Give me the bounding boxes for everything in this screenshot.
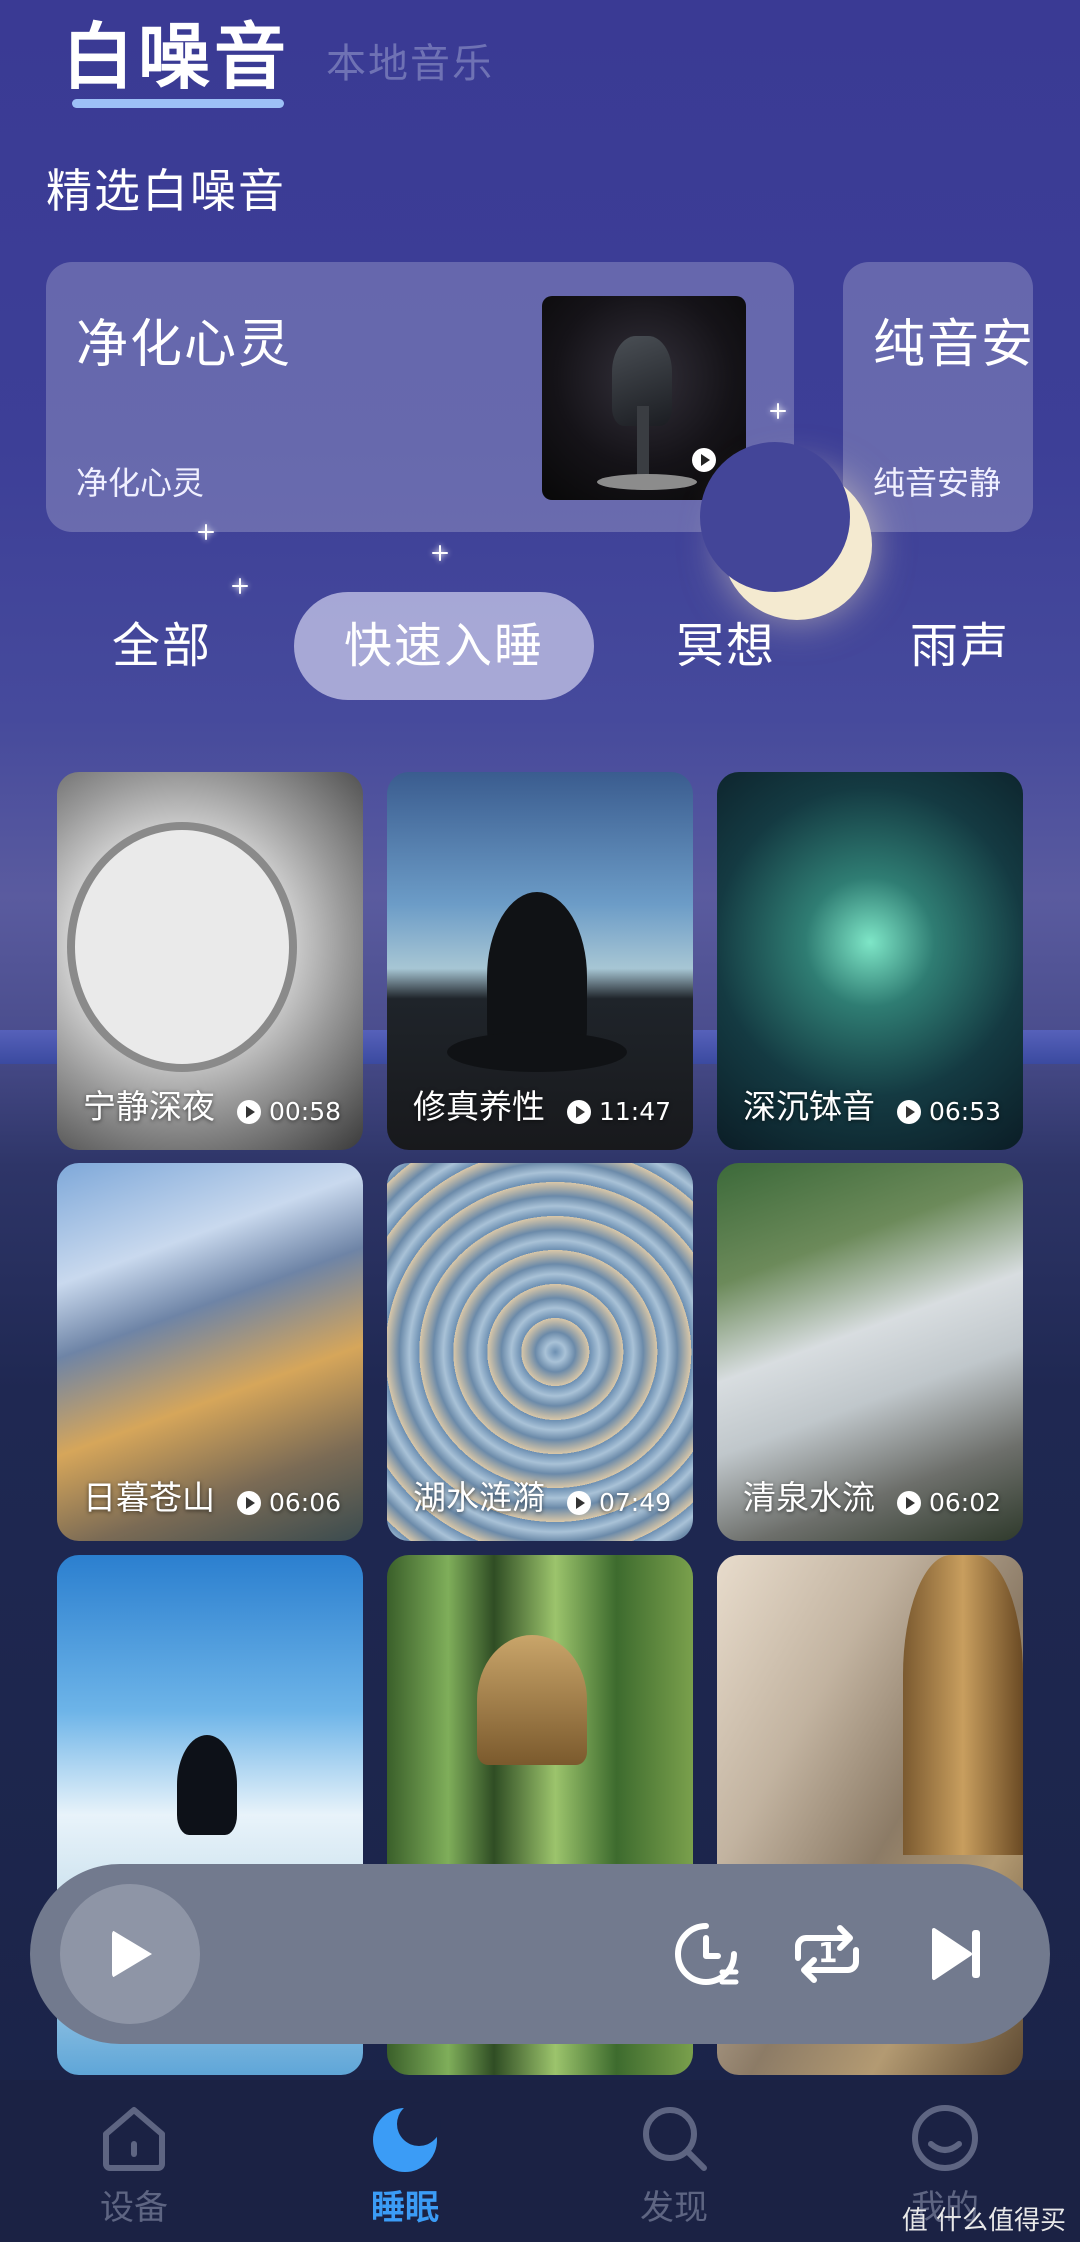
- repeat-count: 1: [818, 1936, 838, 1969]
- sound-title: 湖水涟漪: [413, 1478, 545, 1517]
- sound-title: 宁静深夜: [83, 1087, 215, 1126]
- nav-label: 睡眠: [371, 2188, 439, 2228]
- featured-card-title: 净化心灵: [76, 315, 293, 375]
- play-icon: [896, 1490, 921, 1515]
- section-title: 精选白噪音: [46, 164, 286, 218]
- sound-duration: 07:49: [566, 1488, 671, 1517]
- skip-next-icon[interactable]: [920, 1918, 992, 1990]
- tab-white-noise[interactable]: 白噪音: [62, 12, 290, 108]
- sound-title: 清泉水流: [743, 1478, 875, 1517]
- search-icon: [643, 2107, 707, 2171]
- watermark: 值 什么值得买: [901, 2206, 1066, 2236]
- sound-card[interactable]: 深沉钵音 06:53: [717, 772, 1023, 1150]
- sound-card[interactable]: 湖水涟漪 07:49: [387, 1163, 693, 1541]
- home-icon: [103, 2107, 165, 2171]
- play-button[interactable]: [60, 1884, 200, 2024]
- tab-local-music[interactable]: 本地音乐: [326, 34, 494, 94]
- nav-item-sleep[interactable]: 睡眠: [335, 2100, 475, 2229]
- sound-title: 日暮苍山: [83, 1478, 215, 1517]
- nav-item-devices[interactable]: 设备: [64, 2100, 204, 2229]
- play-icon: [236, 1099, 261, 1124]
- nav-label: 设备: [100, 2188, 168, 2228]
- sound-card[interactable]: 清泉水流 06:02: [717, 1163, 1023, 1541]
- repeat-one-icon[interactable]: 1: [788, 1918, 866, 1990]
- sound-duration: 06:02: [896, 1488, 1001, 1517]
- featured-card-subtitle: 纯音安静: [873, 464, 1002, 502]
- featured-card-title: 纯音安: [873, 315, 1033, 375]
- top-tabs: 白噪音 本地音乐: [62, 12, 494, 108]
- moon-icon: [373, 2102, 441, 2172]
- mini-player: 1: [30, 1864, 1050, 2044]
- sound-duration: 00:58: [236, 1097, 341, 1126]
- sound-card[interactable]: 修真养性 11:47: [387, 772, 693, 1150]
- sound-duration: 06:06: [236, 1488, 341, 1517]
- sound-card[interactable]: 宁静深夜 00:58: [57, 772, 363, 1150]
- category-all[interactable]: 全部: [82, 592, 242, 700]
- play-icon: [566, 1490, 591, 1515]
- nav-item-discover[interactable]: 发现: [604, 2100, 744, 2229]
- star-decoration: [432, 545, 448, 561]
- featured-card[interactable]: 净化心灵 净化心灵: [46, 262, 794, 532]
- category-fast-sleep[interactable]: 快速入睡: [294, 592, 594, 700]
- timer-icon[interactable]: [670, 1918, 742, 1990]
- featured-card[interactable]: 纯音安 纯音安静: [843, 262, 1033, 532]
- category-meditation[interactable]: 冥想: [646, 592, 806, 700]
- sound-title: 修真养性: [413, 1087, 545, 1126]
- category-rain[interactable]: 雨声: [880, 592, 1040, 700]
- nav-label: 发现: [640, 2188, 708, 2228]
- sound-card[interactable]: 日暮苍山 06:06: [57, 1163, 363, 1541]
- featured-card-subtitle: 净化心灵: [76, 464, 205, 502]
- play-icon: [236, 1490, 261, 1515]
- category-tabs: 全部 快速入睡 冥想 雨声: [0, 592, 1080, 702]
- sound-duration: 06:53: [896, 1097, 1001, 1126]
- sound-title: 深沉钵音: [743, 1087, 875, 1126]
- play-icon: [566, 1099, 591, 1124]
- profile-icon: [912, 2105, 978, 2171]
- play-icon[interactable]: [692, 448, 716, 472]
- play-icon: [896, 1099, 921, 1124]
- sound-duration: 11:47: [566, 1097, 671, 1126]
